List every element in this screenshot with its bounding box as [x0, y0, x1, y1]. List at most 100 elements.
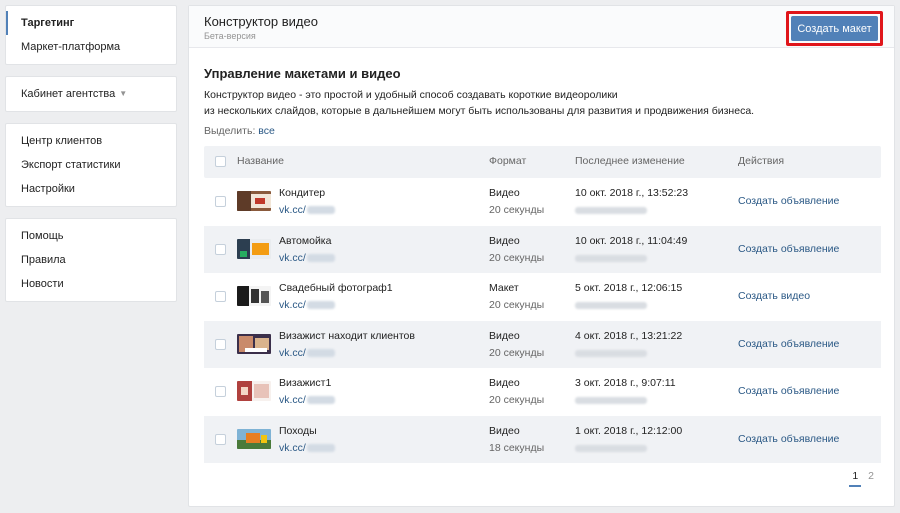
pagination: 12	[845, 470, 877, 487]
select-control: Выделить: все	[204, 125, 275, 137]
hidden-link-redaction	[306, 443, 335, 452]
template-name: Визажист находит клиентов	[279, 329, 415, 342]
hidden-link-redaction	[306, 206, 335, 214]
short-link-text: vk.cc/	[279, 346, 306, 359]
table-row: Кондитер vk.cc/ Видео 20 секунды 10 окт.…	[204, 178, 881, 226]
section-title: Управление макетами и видео	[204, 66, 401, 81]
modified-date: 4 окт. 2018 г., 13:21:22	[575, 329, 683, 342]
description-line: из нескольких слайдов, которые в дальней…	[204, 105, 755, 117]
create-template-button[interactable]: Создать макет	[791, 16, 878, 41]
create-ad-link[interactable]: Создать объявление	[738, 385, 839, 397]
create-video-link[interactable]: Создать видео	[738, 290, 810, 302]
column-header-name: Название	[237, 155, 284, 167]
create-ad-link[interactable]: Создать объявление	[738, 195, 839, 207]
hidden-link-redaction	[306, 301, 335, 309]
modified-date: 10 окт. 2018 г., 11:04:49	[575, 234, 688, 247]
create-ad-link[interactable]: Создать объявление	[738, 433, 839, 445]
modified-date: 10 окт. 2018 г., 13:52:23	[575, 187, 689, 199]
sidebar-item-agency-cabinet[interactable]: Кабинет агентства ▼	[6, 82, 176, 106]
select-all-checkbox[interactable]	[215, 156, 226, 167]
video-thumbnail[interactable]	[237, 191, 271, 211]
sidebar-block-agency: Кабинет агентства ▼	[5, 76, 177, 112]
create-ad-link[interactable]: Создать объявление	[738, 338, 839, 350]
template-name: Походы	[279, 424, 317, 437]
table-row: Визажист находит клиентов vk.cc/ Видео 2…	[204, 320, 881, 368]
select-all-link[interactable]: все	[258, 125, 275, 137]
sidebar-item-news[interactable]: Новости	[6, 272, 176, 296]
table-header: Название Формат Последнее изменение Дейс…	[204, 146, 881, 178]
select-label: Выделить:	[204, 125, 256, 137]
short-link-text: vk.cc/	[279, 394, 306, 406]
page-next[interactable]: 2	[865, 470, 877, 485]
sidebar-item-export-stats[interactable]: Экспорт статистики	[6, 153, 176, 177]
author-redaction	[575, 444, 647, 452]
table-row: Походы vk.cc/ Видео 18 секунды 1 окт. 20…	[204, 415, 881, 463]
sidebar-item-settings[interactable]: Настройки	[6, 177, 176, 201]
template-name: Визажист1	[279, 377, 332, 389]
duration-value: 20 секунды	[489, 346, 545, 359]
duration-value: 20 секунды	[489, 251, 545, 264]
table-row: Автомойка vk.cc/ Видео 20 секунды 10 окт…	[204, 225, 881, 273]
duration-value: 20 секунды	[489, 394, 545, 406]
row-checkbox[interactable]	[215, 196, 226, 207]
page-current[interactable]: 1	[849, 470, 862, 487]
short-link[interactable]: vk.cc/	[279, 394, 335, 406]
row-checkbox[interactable]	[215, 243, 226, 255]
duration-value: 20 секунды	[489, 299, 545, 311]
sidebar: Таргетинг Маркет-платформа Кабинет агент…	[5, 5, 177, 313]
short-link[interactable]: vk.cc/	[279, 252, 335, 264]
sidebar-item-targeting[interactable]: Таргетинг	[6, 11, 176, 35]
description-line: Конструктор видео - это простой и удобны…	[204, 89, 618, 101]
video-thumbnail[interactable]	[237, 286, 271, 306]
author-redaction	[575, 207, 647, 214]
column-header-modified: Последнее изменение	[575, 155, 685, 167]
template-name: Свадебный фотограф1	[279, 282, 393, 294]
chevron-down-icon: ▼	[119, 89, 128, 98]
page-title: Конструктор видео	[204, 14, 318, 29]
template-name: Автомойка	[279, 234, 332, 247]
templates-table: Название Формат Последнее изменение Дейс…	[204, 146, 881, 463]
short-link-text: vk.cc/	[279, 204, 306, 216]
format-value: Видео	[489, 377, 520, 389]
video-thumbnail[interactable]	[237, 333, 271, 354]
short-link-text: vk.cc/	[279, 441, 306, 454]
row-checkbox[interactable]	[215, 338, 226, 350]
main-panel: Конструктор видео Бета-версия Создать ма…	[188, 5, 895, 507]
create-ad-link[interactable]: Создать объявление	[738, 243, 839, 255]
row-checkbox[interactable]	[215, 386, 226, 397]
description: Конструктор видео - это простой и удобны…	[204, 87, 804, 119]
template-name: Кондитер	[279, 187, 326, 199]
sidebar-item-market-platform[interactable]: Маркет-платформа	[6, 35, 176, 59]
sidebar-item-help[interactable]: Помощь	[6, 224, 176, 248]
format-value: Видео	[489, 329, 520, 342]
sidebar-block-tools: Центр клиентов Экспорт статистики Настро…	[5, 123, 177, 207]
duration-value: 18 секунды	[489, 441, 545, 454]
column-header-format: Формат	[489, 155, 527, 167]
short-link[interactable]: vk.cc/	[279, 299, 335, 311]
sidebar-item-rules[interactable]: Правила	[6, 248, 176, 272]
format-value: Макет	[489, 282, 519, 294]
table-row: Визажист1 vk.cc/ Видео 20 секунды 3 окт.…	[204, 368, 881, 416]
short-link[interactable]: vk.cc/	[279, 204, 335, 216]
modified-date: 3 окт. 2018 г., 9:07:11	[575, 377, 676, 389]
format-value: Видео	[489, 234, 520, 247]
video-thumbnail[interactable]	[237, 428, 271, 449]
format-value: Видео	[489, 424, 520, 437]
hidden-link-redaction	[306, 348, 335, 357]
video-thumbnail[interactable]	[237, 381, 271, 401]
short-link[interactable]: vk.cc/	[279, 347, 335, 359]
sidebar-block-ads: Таргетинг Маркет-платформа	[5, 5, 177, 65]
page-header: Конструктор видео Бета-версия Создать ма…	[189, 6, 894, 48]
create-button-highlight: Создать макет	[786, 11, 883, 46]
modified-date: 1 окт. 2018 г., 12:12:00	[575, 424, 683, 437]
row-checkbox[interactable]	[215, 433, 226, 445]
duration-value: 20 секунды	[489, 204, 545, 216]
hidden-link-redaction	[306, 253, 335, 262]
sidebar-item-client-center[interactable]: Центр клиентов	[6, 129, 176, 153]
short-link[interactable]: vk.cc/	[279, 442, 335, 454]
sidebar-item-label: Кабинет агентства	[21, 88, 116, 100]
author-redaction	[575, 302, 647, 309]
row-checkbox[interactable]	[215, 291, 226, 302]
short-link-text: vk.cc/	[279, 299, 306, 311]
video-thumbnail[interactable]	[237, 238, 271, 259]
